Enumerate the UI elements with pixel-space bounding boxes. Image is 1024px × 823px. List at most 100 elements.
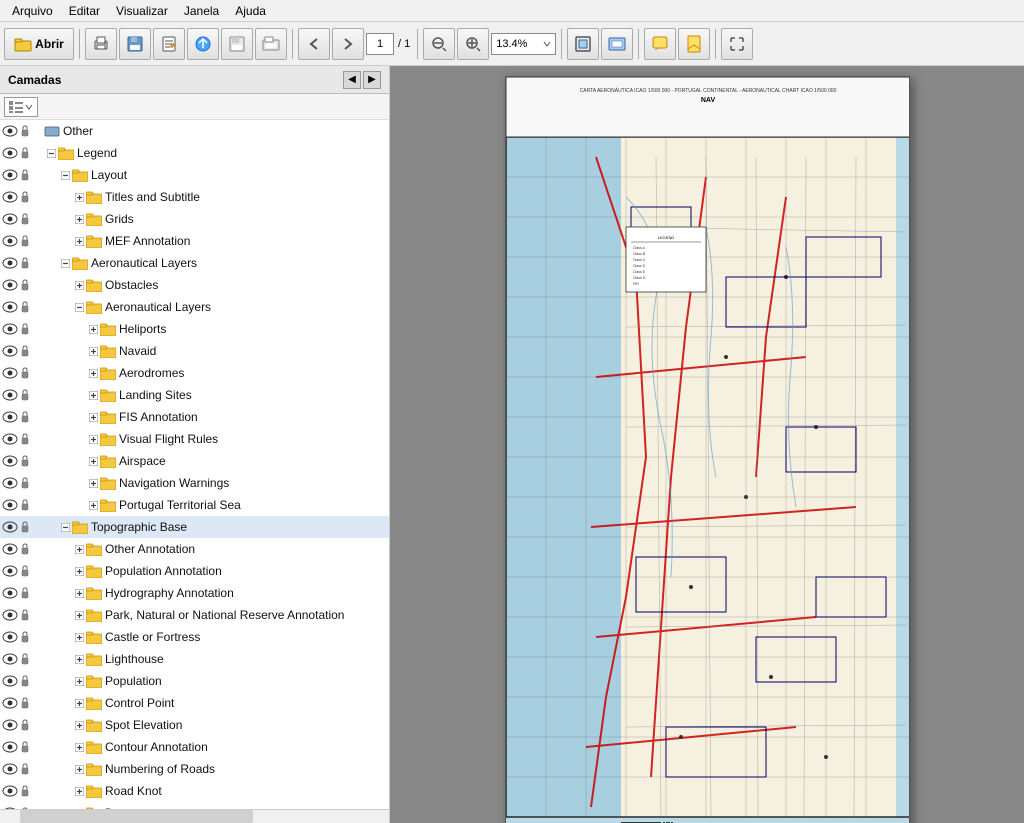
layer-expand-button[interactable] (72, 784, 86, 798)
layer-expand-button[interactable] (86, 432, 100, 446)
layer-visibility-toggle[interactable] (0, 583, 20, 603)
list-item[interactable]: Other Annotation (0, 538, 389, 560)
list-item[interactable]: Spot Elevation (0, 714, 389, 736)
menu-janela[interactable]: Janela (176, 2, 227, 20)
canvas-area[interactable]: CARTA AERONÁUTICA ICAO 1/500 000 - PORTU… (390, 66, 1024, 823)
list-item[interactable]: Hydrography Annotation (0, 582, 389, 604)
layer-expand-button[interactable] (72, 740, 86, 754)
layer-expand-button[interactable] (58, 168, 72, 182)
list-item[interactable]: Aeronautical Layers (0, 252, 389, 274)
layer-visibility-toggle[interactable] (0, 539, 20, 559)
list-item[interactable]: Navigation Warnings (0, 472, 389, 494)
layer-expand-button[interactable] (72, 300, 86, 314)
layer-expand-button[interactable] (86, 344, 100, 358)
list-item[interactable]: FIS Annotation (0, 406, 389, 428)
menu-editar[interactable]: Editar (61, 2, 108, 20)
layer-expand-button[interactable] (72, 696, 86, 710)
layer-expand-button[interactable] (86, 476, 100, 490)
layer-expand-button[interactable] (86, 388, 100, 402)
layer-expand-button[interactable] (86, 366, 100, 380)
layer-expand-button[interactable] (58, 256, 72, 270)
layer-visibility-toggle[interactable] (0, 781, 20, 801)
layer-expand-button[interactable] (72, 674, 86, 688)
layer-visibility-toggle[interactable] (0, 671, 20, 691)
list-item[interactable]: Castle or Fortress (0, 626, 389, 648)
layer-visibility-toggle[interactable] (0, 253, 20, 273)
list-item[interactable]: Legend (0, 142, 389, 164)
chat-button[interactable] (644, 28, 676, 60)
menu-visualizar[interactable]: Visualizar (108, 2, 176, 20)
layer-visibility-toggle[interactable] (0, 429, 20, 449)
layer-expand-button[interactable] (86, 322, 100, 336)
menu-arquivo[interactable]: Arquivo (4, 2, 61, 20)
list-item[interactable]: Lighthouse (0, 648, 389, 670)
list-item[interactable]: Dam (0, 802, 389, 809)
list-item[interactable]: Contour Annotation (0, 736, 389, 758)
layer-visibility-toggle[interactable] (0, 363, 20, 383)
layer-expand-button[interactable] (72, 542, 86, 556)
layer-expand-button[interactable] (86, 410, 100, 424)
layer-visibility-toggle[interactable] (0, 341, 20, 361)
open-button[interactable]: Abrir (4, 28, 74, 60)
layer-visibility-toggle[interactable] (0, 121, 20, 141)
layer-expand-button[interactable] (72, 630, 86, 644)
list-item[interactable]: MEF Annotation (0, 230, 389, 252)
list-item[interactable]: Visual Flight Rules (0, 428, 389, 450)
layer-expand-button[interactable] (44, 146, 58, 160)
zoom-out-button[interactable] (423, 28, 455, 60)
layer-expand-button[interactable] (72, 234, 86, 248)
list-item[interactable]: Population Annotation (0, 560, 389, 582)
list-item[interactable]: Landing Sites (0, 384, 389, 406)
list-item[interactable]: Navaid (0, 340, 389, 362)
layer-visibility-toggle[interactable] (0, 231, 20, 251)
zoom-in-button[interactable] (457, 28, 489, 60)
layer-expand-button[interactable] (72, 564, 86, 578)
prev-page-button[interactable] (298, 28, 330, 60)
list-item[interactable]: Population (0, 670, 389, 692)
layer-visibility-toggle[interactable] (0, 759, 20, 779)
list-item[interactable]: Grids (0, 208, 389, 230)
print-button[interactable] (85, 28, 117, 60)
bookmark-button[interactable] (678, 28, 710, 60)
layer-visibility-toggle[interactable] (0, 385, 20, 405)
layer-visibility-toggle[interactable] (0, 209, 20, 229)
list-item[interactable]: Topographic Base (0, 516, 389, 538)
layer-visibility-toggle[interactable] (0, 407, 20, 427)
horizontal-scrollbar[interactable] (0, 809, 389, 823)
fullscreen-button[interactable] (721, 28, 753, 60)
fit-page-button[interactable] (567, 28, 599, 60)
list-item[interactable]: Portugal Territorial Sea (0, 494, 389, 516)
layer-expand-button[interactable] (58, 520, 72, 534)
layer-expand-button[interactable] (72, 718, 86, 732)
zoom-display[interactable]: 13.4% (491, 33, 556, 55)
list-item[interactable]: Airspace (0, 450, 389, 472)
layer-expand-button[interactable] (72, 278, 86, 292)
menu-ajuda[interactable]: Ajuda (227, 2, 274, 20)
list-item[interactable]: Road Knot (0, 780, 389, 802)
layer-expand-button[interactable] (86, 454, 100, 468)
layer-expand-button[interactable] (72, 608, 86, 622)
edit-button[interactable] (153, 28, 185, 60)
panel-expand-button[interactable]: ▶ (363, 71, 381, 89)
panel-collapse-button[interactable]: ◀ (343, 71, 361, 89)
layer-visibility-toggle[interactable] (0, 297, 20, 317)
list-item[interactable]: Other (0, 120, 389, 142)
upload-button[interactable] (187, 28, 219, 60)
layer-visibility-toggle[interactable] (0, 165, 20, 185)
layers-view-button[interactable] (4, 97, 38, 117)
layer-expand-button[interactable] (86, 498, 100, 512)
list-item[interactable]: Layout (0, 164, 389, 186)
layer-visibility-toggle[interactable] (0, 473, 20, 493)
layer-visibility-toggle[interactable] (0, 737, 20, 757)
layer-visibility-toggle[interactable] (0, 451, 20, 471)
layer-visibility-toggle[interactable] (0, 187, 20, 207)
layer-expand-button[interactable] (72, 212, 86, 226)
list-item[interactable]: Control Point (0, 692, 389, 714)
layer-visibility-toggle[interactable] (0, 715, 20, 735)
layer-visibility-toggle[interactable] (0, 605, 20, 625)
layer-expand-button[interactable] (72, 762, 86, 776)
list-item[interactable]: Numbering of Roads (0, 758, 389, 780)
page-input[interactable] (366, 33, 394, 55)
layer-visibility-toggle[interactable] (0, 649, 20, 669)
layer-visibility-toggle[interactable] (0, 561, 20, 581)
